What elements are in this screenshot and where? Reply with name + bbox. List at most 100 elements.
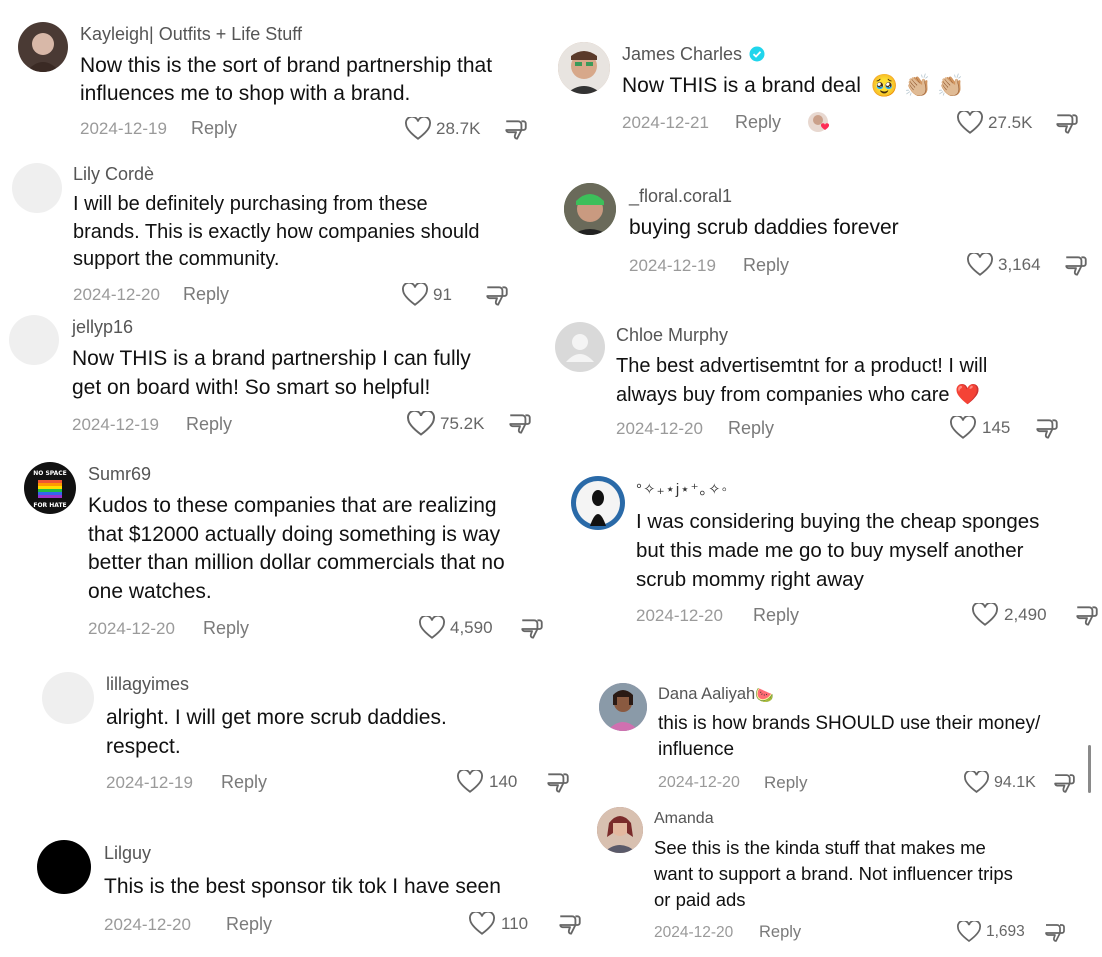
heart-icon	[457, 770, 483, 793]
thumbs-down-icon	[559, 915, 581, 935]
reply-button[interactable]: Reply	[226, 914, 272, 935]
username[interactable]: Chloe Murphy	[616, 325, 728, 346]
username[interactable]: Amanda	[654, 810, 714, 828]
like-button[interactable]: 140	[457, 770, 517, 794]
username[interactable]: Dana Aaliyah🍉	[658, 685, 774, 704]
reply-button[interactable]: Reply	[753, 605, 799, 626]
comment-date: 2024-12-19	[106, 773, 193, 792]
avatar[interactable]	[564, 183, 616, 235]
avatar[interactable]	[599, 683, 647, 731]
avatar[interactable]	[18, 22, 68, 72]
comment-text: See this is the kinda stuff that makes m…	[654, 835, 1013, 913]
username[interactable]: Kayleigh| Outfits + Life Stuff	[80, 24, 302, 45]
avatar[interactable]: NO SPACE FOR HATE	[24, 462, 76, 514]
dislike-button[interactable]	[1054, 111, 1080, 142]
reply-button[interactable]: Reply	[203, 618, 249, 639]
comment-line: I was considering buying the cheap spong…	[636, 510, 1040, 533]
avatar-photo-icon	[564, 183, 616, 235]
dislike-button[interactable]	[1034, 416, 1060, 447]
like-button[interactable]: 27.5K	[957, 111, 1032, 135]
reply-button[interactable]: Reply	[221, 772, 267, 793]
username[interactable]: Lilguy	[104, 843, 151, 864]
avatar-text: NO SPACE	[33, 470, 67, 477]
dislike-button[interactable]	[519, 616, 545, 647]
like-count: 145	[982, 418, 1011, 437]
creator-liked-avatar	[807, 111, 833, 135]
comment-date: 2024-12-19	[629, 256, 716, 275]
avatar[interactable]	[42, 672, 94, 724]
like-button[interactable]: 91	[402, 283, 452, 307]
comment-line-text: always buy from companies who care	[616, 383, 950, 406]
comment-line: this is how brands SHOULD use their mone…	[658, 713, 1041, 734]
comment-text: I was considering buying the cheap spong…	[636, 507, 1039, 594]
dislike-button[interactable]	[1052, 771, 1077, 801]
like-button[interactable]: 145	[950, 416, 1010, 440]
avatar-text: FOR HATE	[33, 502, 66, 509]
avatar[interactable]	[558, 42, 610, 94]
comment-date: 2024-12-20	[616, 419, 703, 438]
dislike-button[interactable]	[545, 770, 571, 801]
comment-text: The best advertisemtnt for a product! I …	[616, 352, 987, 409]
comment-line: The best advertisemtnt for a product! I …	[616, 355, 988, 377]
like-button[interactable]: 3,164	[967, 253, 1041, 277]
watermelon-emoji: 🍉	[755, 686, 774, 704]
dislike-button[interactable]	[1063, 253, 1089, 284]
heart-icon	[405, 117, 431, 140]
comment-line: support the community.	[73, 248, 280, 270]
reply-button[interactable]: Reply	[186, 414, 232, 435]
like-button[interactable]: 94.1K	[964, 771, 1036, 794]
reply-button[interactable]: Reply	[764, 773, 807, 793]
dislike-button[interactable]	[484, 283, 510, 314]
reply-button[interactable]: Reply	[743, 255, 789, 276]
username-text: James Charles	[622, 44, 743, 64]
username[interactable]: °✧₊⋆j⋆⁺｡✧◦	[636, 478, 728, 499]
red-heart-emoji: ❤️	[955, 383, 980, 406]
reply-button[interactable]: Reply	[183, 284, 229, 305]
avatar[interactable]	[571, 476, 625, 530]
avatar-photo-icon	[26, 33, 60, 72]
username[interactable]: James Charles	[622, 44, 765, 65]
comment-line: Now this is the sort of brand partnershi…	[80, 54, 493, 77]
like-button[interactable]: 1,693	[957, 921, 1025, 943]
thumbs-down-icon	[1065, 256, 1087, 276]
clapping-hands-emoji: 👏🏼	[904, 73, 932, 99]
dislike-button[interactable]	[507, 411, 533, 442]
username[interactable]: Lily Cordè	[73, 164, 154, 185]
username[interactable]: lillagyimes	[106, 674, 189, 695]
scrollbar[interactable]	[1088, 745, 1091, 793]
like-button[interactable]: 4,590	[419, 616, 493, 640]
username[interactable]: Sumr69	[88, 464, 151, 485]
reply-button[interactable]: Reply	[759, 923, 801, 942]
avatar[interactable]	[12, 163, 62, 213]
reply-button[interactable]: Reply	[735, 112, 781, 133]
avatar[interactable]	[37, 840, 91, 894]
username[interactable]: _floral.coral1	[629, 186, 732, 207]
heart-icon	[407, 411, 435, 436]
comment-line: alright. I will get more scrub daddies.	[106, 706, 447, 729]
dislike-button[interactable]	[503, 117, 529, 148]
heart-icon	[957, 921, 981, 943]
comment-text: Now this is the sort of brand partnershi…	[80, 52, 492, 108]
avatar-photo-icon	[576, 481, 620, 526]
like-button[interactable]: 28.7K	[405, 117, 480, 141]
avatar[interactable]	[555, 322, 605, 372]
dislike-button[interactable]	[1043, 921, 1067, 950]
like-count: 91	[433, 285, 452, 304]
avatar[interactable]	[9, 315, 59, 365]
like-button[interactable]: 110	[469, 912, 528, 936]
username[interactable]: jellyp16	[72, 317, 133, 338]
avatar[interactable]	[597, 807, 643, 853]
heart-icon	[419, 616, 445, 639]
reply-button[interactable]: Reply	[728, 418, 774, 439]
reply-button[interactable]: Reply	[191, 118, 237, 139]
comment-line: Kudos to these companies that are realiz…	[88, 494, 497, 517]
like-button[interactable]: 2,490	[972, 603, 1047, 627]
dislike-button[interactable]	[1074, 603, 1100, 634]
dislike-button[interactable]	[557, 912, 583, 943]
like-button[interactable]: 75.2K	[407, 411, 484, 437]
comment-line: scrub mommy right away	[636, 568, 864, 591]
heart-icon	[964, 771, 989, 793]
clapping-hands-emoji: 👏🏼	[937, 73, 965, 99]
like-count: 110	[501, 914, 529, 933]
comment-date: 2024-12-20	[636, 606, 723, 625]
